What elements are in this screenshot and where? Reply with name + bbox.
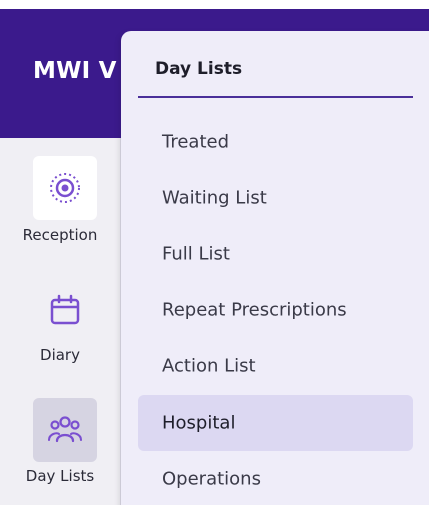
sidebar-item-reception[interactable]: Reception — [0, 138, 120, 268]
menu-item-operations[interactable]: Operations — [138, 451, 413, 505]
users-group-icon — [33, 398, 97, 462]
sidebar-item-diary[interactable]: Diary — [0, 268, 120, 378]
sidebar-item-label: Reception — [22, 226, 98, 244]
menu-item-action-list[interactable]: Action List — [138, 338, 413, 394]
menu-item-treated[interactable]: Treated — [138, 114, 413, 170]
reception-dot-icon — [33, 156, 97, 220]
menu-title: Day Lists — [155, 59, 243, 79]
menu-item-waiting-list[interactable]: Waiting List — [138, 170, 413, 226]
menu-item-label: Operations — [162, 468, 261, 490]
app-window: MWI V Reception Diary Day Lists Day List… — [0, 0, 429, 505]
day-lists-dropdown-menu: Day Lists Treated Waiting List Full List… — [121, 31, 429, 505]
menu-item-label: Hospital — [162, 412, 236, 434]
menu-item-label: Action List — [162, 355, 256, 377]
menu-item-label: Repeat Prescriptions — [162, 299, 347, 321]
sidebar-item-label: Diary — [40, 346, 80, 364]
menu-item-label: Full List — [162, 243, 230, 265]
sidebar-item-day-lists[interactable]: Day Lists — [0, 390, 120, 505]
menu-item-full-list[interactable]: Full List — [138, 226, 413, 282]
menu-item-label: Waiting List — [162, 187, 267, 209]
sidebar: Reception Diary Day Lists — [0, 138, 121, 505]
menu-item-repeat-prescriptions[interactable]: Repeat Prescriptions — [138, 282, 413, 338]
top-strip — [0, 0, 429, 9]
brand-title: MWI V — [33, 58, 117, 84]
calendar-icon — [33, 278, 97, 342]
sidebar-item-label: Day Lists — [25, 467, 95, 485]
menu-divider — [138, 96, 413, 98]
menu-item-label: Treated — [162, 131, 230, 153]
menu-item-hospital[interactable]: Hospital — [138, 395, 413, 451]
